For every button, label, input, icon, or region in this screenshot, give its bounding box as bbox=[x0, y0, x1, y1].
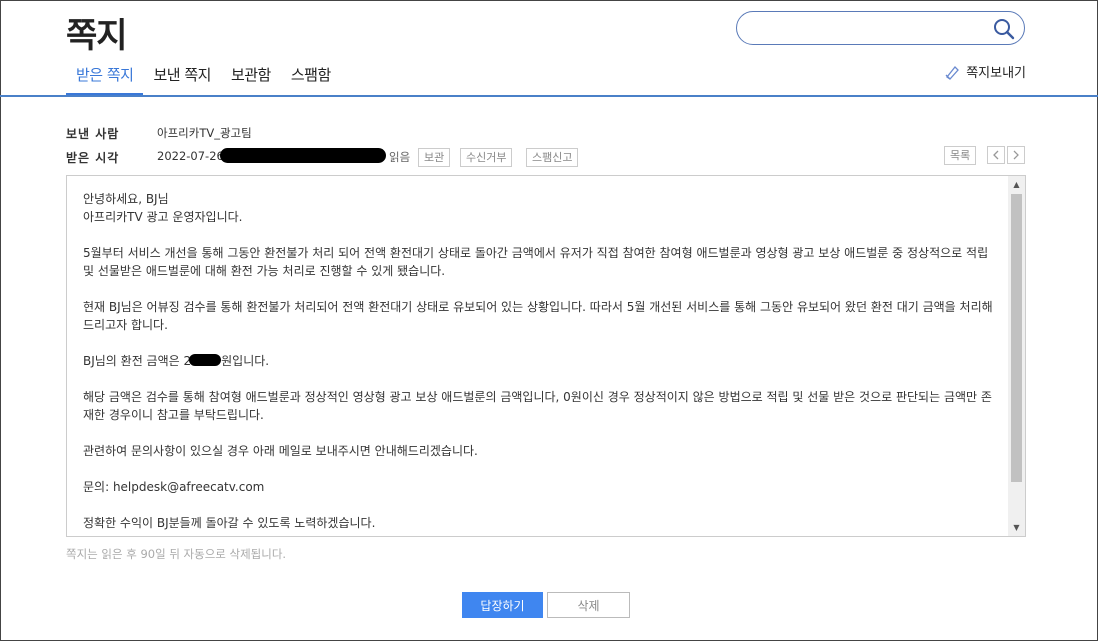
tab-sent[interactable]: 보낸 쪽지 bbox=[143, 60, 220, 96]
intro-line: 아프리카TV 광고 운영자입니다. bbox=[83, 210, 243, 224]
amount-suffix: 원입니다. bbox=[221, 354, 270, 368]
compose-button[interactable]: 쪽지보내기 bbox=[944, 62, 1026, 81]
keep-button[interactable]: 보관 bbox=[418, 148, 451, 167]
amount-prefix: BJ님의 환전 금액은 2 bbox=[83, 354, 192, 368]
contact-email: 문의: helpdesk@afreecatv.com bbox=[83, 480, 265, 494]
redacted-time bbox=[220, 148, 386, 163]
scrollbar[interactable]: ▲ ▼ bbox=[1008, 176, 1025, 536]
search-icon[interactable] bbox=[993, 18, 1015, 40]
sender-label: 보낸 사람 bbox=[66, 127, 120, 141]
list-button[interactable]: 목록 bbox=[944, 146, 977, 165]
scrollbar-thumb[interactable] bbox=[1011, 194, 1022, 482]
block-button[interactable]: 수신거부 bbox=[460, 148, 513, 167]
page-title: 쪽지 bbox=[66, 16, 128, 56]
auto-delete-notice: 쪽지는 읽은 후 90일 뒤 자동으로 삭제됩니다. bbox=[66, 547, 287, 561]
reply-button[interactable]: 답장하기 bbox=[462, 592, 543, 618]
message-body[interactable]: 안녕하세요, BJ님 아프리카TV 광고 운영자입니다. 5월부터 서비스 개선… bbox=[66, 175, 1026, 537]
chevron-left-icon bbox=[993, 150, 999, 160]
tab-inbox[interactable]: 받은 쪽지 bbox=[66, 60, 144, 96]
body-paragraph: 해당 금액은 검수를 통해 참여형 애드벌룬과 정상적인 영상형 광고 보상 애… bbox=[83, 390, 992, 422]
scroll-up-icon[interactable]: ▲ bbox=[1008, 176, 1025, 193]
delete-button[interactable]: 삭제 bbox=[547, 592, 630, 618]
compose-message-icon bbox=[945, 65, 960, 80]
search-input[interactable] bbox=[751, 18, 981, 38]
search-box[interactable] bbox=[736, 11, 1025, 45]
received-time: 2022-07-26 bbox=[157, 149, 224, 163]
body-paragraph: 5월부터 서비스 개선을 통해 그동안 환전불가 처리 되어 전액 환전대기 상… bbox=[83, 246, 989, 278]
spam-report-button[interactable]: 스팸신고 bbox=[526, 148, 579, 167]
scroll-down-icon[interactable]: ▼ bbox=[1008, 519, 1025, 536]
body-paragraph: 관련하여 문의사항이 있으실 경우 아래 메일로 보내주시면 안내해드리겠습니다… bbox=[83, 444, 478, 458]
chevron-right-icon bbox=[1013, 150, 1019, 160]
greeting-line: 안녕하세요, BJ님 bbox=[83, 192, 169, 206]
body-paragraph: 현재 BJ님은 어뷰징 검수를 통해 환전불가 처리되어 전액 환전대기 상태로… bbox=[83, 300, 993, 332]
sender-name: 아프리카TV_광고팀 bbox=[157, 126, 252, 140]
tab-spam[interactable]: 스팸함 bbox=[281, 60, 341, 96]
amount-paragraph: BJ님의 환전 금액은 2 원입니다. bbox=[83, 352, 993, 370]
tab-divider bbox=[0, 95, 1098, 97]
redacted-amount bbox=[189, 354, 222, 366]
closing-line: 정확한 수익이 BJ분들께 돌아갈 수 있도록 노력하겠습니다. bbox=[83, 516, 376, 530]
next-message-button[interactable] bbox=[1007, 146, 1025, 164]
prev-message-button[interactable] bbox=[987, 146, 1005, 164]
message-tabs: 받은 쪽지 보낸 쪽지 보관함 스팸함 bbox=[66, 60, 341, 96]
tab-archive[interactable]: 보관함 bbox=[221, 60, 281, 96]
compose-label: 쪽지보내기 bbox=[966, 66, 1026, 81]
read-status: 읽음 bbox=[389, 150, 411, 164]
received-time-label: 받은 시각 bbox=[66, 151, 120, 165]
